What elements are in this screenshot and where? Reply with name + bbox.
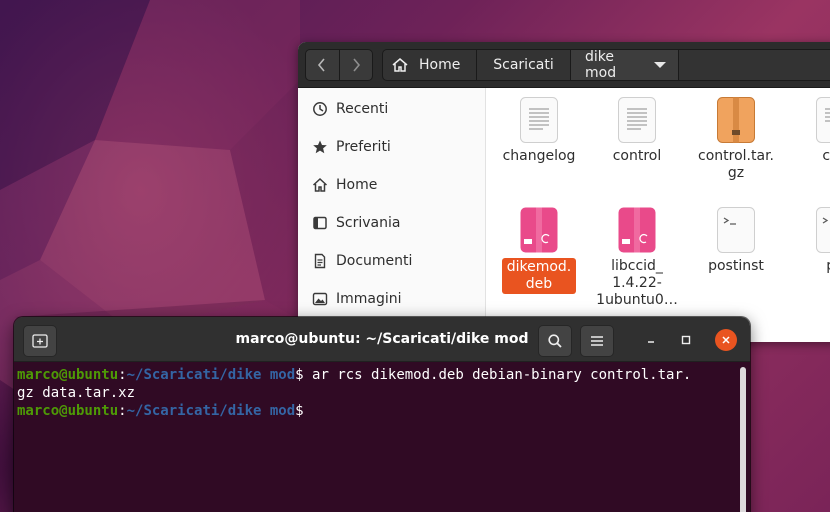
sidebar-item-documenti[interactable]: Documenti: [298, 242, 486, 280]
chevron-right-icon: [353, 58, 361, 72]
navigation-buttons: [305, 49, 373, 81]
terminal-line: marco@ubuntu:~/Scaricati/dike mod$: [17, 402, 750, 420]
archive-icon: [717, 97, 755, 143]
deb-package-icon: [618, 207, 656, 253]
clock-icon: [313, 102, 327, 116]
file-name: control: [612, 148, 662, 164]
document-icon: [314, 253, 326, 269]
breadcrumb-home[interactable]: Home: [383, 50, 477, 80]
sidebar-item-label: Home: [336, 177, 378, 193]
file-item-dikemod-deb[interactable]: dikemod. deb: [496, 206, 582, 294]
file-name: cop: [822, 148, 830, 164]
file-name-line: libccid_: [611, 258, 663, 274]
maximize-icon: [681, 335, 691, 345]
files-window: Home Scaricati dike mod Recenti Preferit…: [298, 42, 830, 342]
minimize-button[interactable]: [640, 329, 662, 351]
file-item-libccid[interactable]: libccid_ 1.4.22- 1ubuntu0…: [594, 206, 680, 309]
command-text: ar rcs dikemod.deb debian-binary control…: [303, 367, 692, 383]
sidebar-item-immagini[interactable]: Immagini: [298, 280, 486, 318]
file-item-cop[interactable]: cop: [792, 96, 830, 165]
terminal-line: marco@ubuntu:~/Scaricati/dike mod$ ar rc…: [17, 366, 750, 384]
sidebar-item-recenti[interactable]: Recenti: [298, 90, 486, 128]
chevron-left-icon: [318, 58, 326, 72]
breadcrumb-scaricati[interactable]: Scaricati: [477, 50, 571, 80]
script-file-icon: [816, 207, 830, 253]
files-sidebar: Recenti Preferiti Home Scrivania Documen…: [298, 88, 486, 342]
file-item-control[interactable]: control: [594, 96, 680, 165]
file-name-line: control.tar.: [698, 148, 774, 164]
file-name: postinst: [708, 258, 764, 274]
file-item-postinst[interactable]: postinst: [693, 206, 779, 275]
files-headerbar: Home Scaricati dike mod: [298, 42, 830, 88]
text-file-icon: [816, 97, 830, 143]
sidebar-item-label: Recenti: [336, 101, 389, 117]
terminal-line: gz data.tar.xz: [17, 384, 750, 402]
file-name: po: [792, 258, 830, 275]
terminal-window: marco@ubuntu: ~/Scaricati/dike mod marco…: [14, 317, 750, 512]
breadcrumb-home-label: Home: [419, 57, 461, 73]
sidebar-item-label: Scrivania: [336, 215, 401, 231]
text-file-icon: [520, 97, 558, 143]
chevron-down-icon: [654, 62, 666, 68]
prompt-path: ~/Scaricati/dike mod: [126, 367, 296, 383]
sidebar-item-scrivania[interactable]: Scrivania: [298, 204, 486, 242]
file-name-line: deb: [502, 276, 576, 294]
maximize-button[interactable]: [675, 329, 697, 351]
breadcrumb: Home Scaricati dike mod: [382, 49, 830, 81]
sidebar-item-label: Documenti: [336, 253, 413, 269]
prompt-separator: :: [118, 367, 127, 383]
new-tab-icon: [32, 334, 48, 348]
menu-button[interactable]: [580, 325, 614, 357]
file-name-line: gz: [727, 165, 745, 181]
breadcrumb-current-folder[interactable]: dike mod: [571, 49, 679, 81]
close-button[interactable]: [715, 329, 737, 351]
terminal-headerbar: marco@ubuntu: ~/Scaricati/dike mod: [14, 317, 750, 362]
prompt-path: ~/Scaricati/dike mod: [126, 403, 296, 419]
sidebar-item-home[interactable]: Home: [298, 166, 486, 204]
home-icon: [392, 58, 408, 72]
back-button[interactable]: [306, 50, 339, 80]
forward-button[interactable]: [338, 50, 372, 80]
star-icon: [313, 140, 327, 154]
desktop-icon: [313, 216, 327, 230]
text-file-icon: [618, 97, 656, 143]
file-item-control-tar-gz[interactable]: control.tar. gz: [693, 96, 779, 182]
breadcrumb-current-label: dike mod: [585, 49, 617, 81]
minimize-icon: [648, 341, 654, 343]
command-text: gz data.tar.xz: [17, 385, 136, 401]
file-name-line: 1.4.22-: [612, 275, 662, 291]
breadcrumb-scaricati-label: Scaricati: [493, 57, 554, 73]
terminal-scrollbar[interactable]: [740, 367, 746, 512]
home-icon: [312, 177, 328, 192]
file-name-line: dikemod.: [502, 258, 576, 276]
new-tab-button[interactable]: [23, 325, 57, 357]
prompt-user: marco@ubuntu: [17, 403, 119, 419]
deb-package-icon: [520, 207, 558, 253]
sidebar-item-label: Preferiti: [336, 139, 391, 155]
file-item-changelog[interactable]: changelog: [496, 96, 582, 165]
search-button[interactable]: [538, 325, 572, 357]
close-icon: [722, 336, 730, 344]
file-name: changelog: [502, 148, 576, 164]
prompt-separator: :: [118, 403, 127, 419]
search-icon: [548, 334, 562, 348]
prompt-symbol: $: [295, 367, 304, 383]
file-grid: changelog control control.tar. gz c dike…: [486, 88, 830, 342]
prompt-user: marco@ubuntu: [17, 367, 119, 383]
sidebar-item-label: Immagini: [336, 291, 402, 307]
hamburger-menu-icon: [591, 336, 603, 346]
file-item-po[interactable]: po: [792, 206, 830, 275]
prompt-symbol: $: [295, 403, 304, 419]
file-name-line: 1ubuntu0…: [596, 292, 678, 308]
image-icon: [312, 292, 328, 306]
terminal-output[interactable]: marco@ubuntu:~/Scaricati/dike mod$ ar rc…: [14, 362, 750, 512]
script-file-icon: [717, 207, 755, 253]
sidebar-item-preferiti[interactable]: Preferiti: [298, 128, 486, 166]
